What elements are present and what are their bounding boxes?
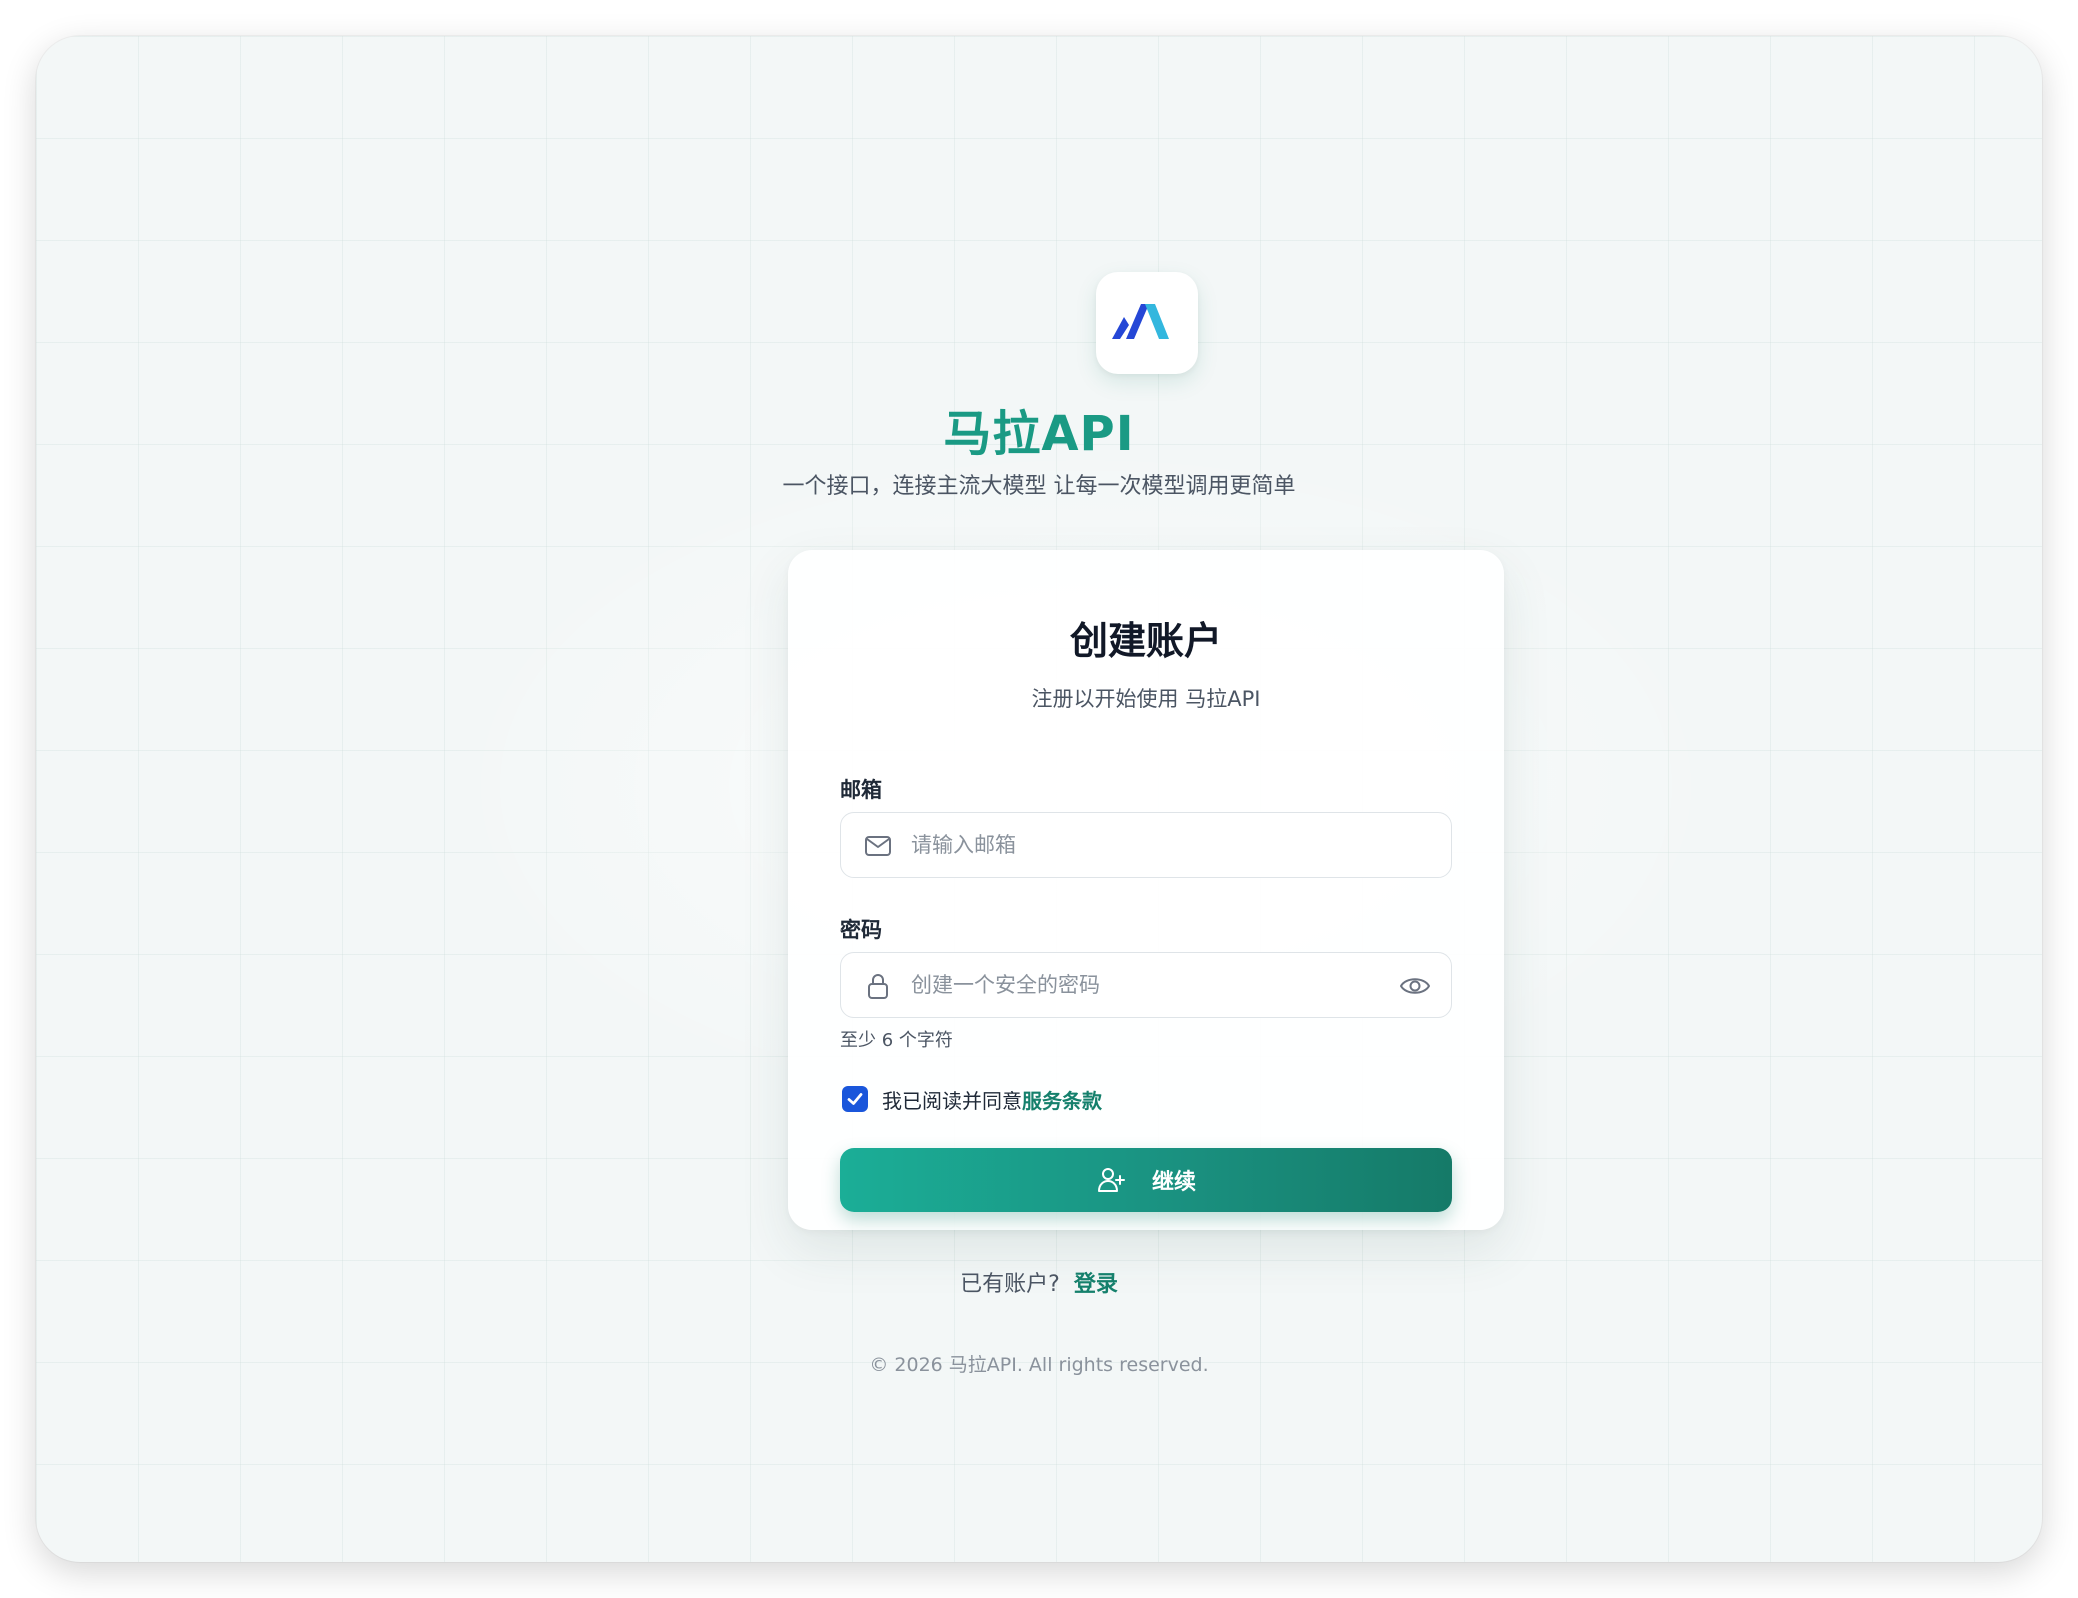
mala-logo-icon <box>1112 304 1169 339</box>
app-window: 马拉API 一个接口，连接主流大模型 让每一次模型调用更简单 创建账户 注册以开… <box>36 36 2042 1562</box>
agreement-text: 我已阅读并同意 <box>882 1088 1022 1113</box>
email-input[interactable] <box>911 813 1391 876</box>
lock-icon <box>868 974 888 999</box>
signup-card: 创建账户 注册以开始使用 马拉API 邮箱 密码 至少 6 个字符 <box>788 550 1504 1230</box>
password-hint: 至少 6 个字符 <box>840 1030 953 1051</box>
login-link[interactable]: 登录 <box>1074 1272 1118 1297</box>
email-field-wrapper <box>840 812 1452 878</box>
terms-checkbox[interactable] <box>842 1086 868 1112</box>
eye-icon[interactable] <box>1399 971 1431 1001</box>
login-prompt: 已有账户? 登录 <box>36 1266 2042 1298</box>
continue-button-label: 继续 <box>1151 1169 1196 1194</box>
password-label: 密码 <box>840 918 882 942</box>
brand-title: 马拉API <box>943 406 1135 462</box>
terms-link[interactable]: 服务条款 <box>1022 1085 1102 1114</box>
card-title: 创建账户 <box>1069 619 1222 663</box>
email-label: 邮箱 <box>840 778 882 802</box>
mail-icon <box>865 836 891 856</box>
brand-tagline: 一个接口，连接主流大模型 让每一次模型调用更简单 <box>782 474 1296 499</box>
brand-logo <box>1096 272 1198 374</box>
terms-agreement: 我已阅读并同意 服务条款 <box>840 1084 1102 1114</box>
continue-button[interactable]: 继续 <box>840 1148 1452 1212</box>
user-plus-icon <box>1097 1168 1125 1192</box>
checkmark-icon <box>847 1093 863 1105</box>
password-field-wrapper <box>840 952 1452 1018</box>
footer-copyright: © 2026 马拉API. All rights reserved. <box>869 1354 1209 1376</box>
card-subtitle: 注册以开始使用 马拉API <box>1031 687 1261 711</box>
password-input[interactable] <box>911 953 1391 1016</box>
login-prompt-text: 已有账户? <box>960 1272 1060 1297</box>
